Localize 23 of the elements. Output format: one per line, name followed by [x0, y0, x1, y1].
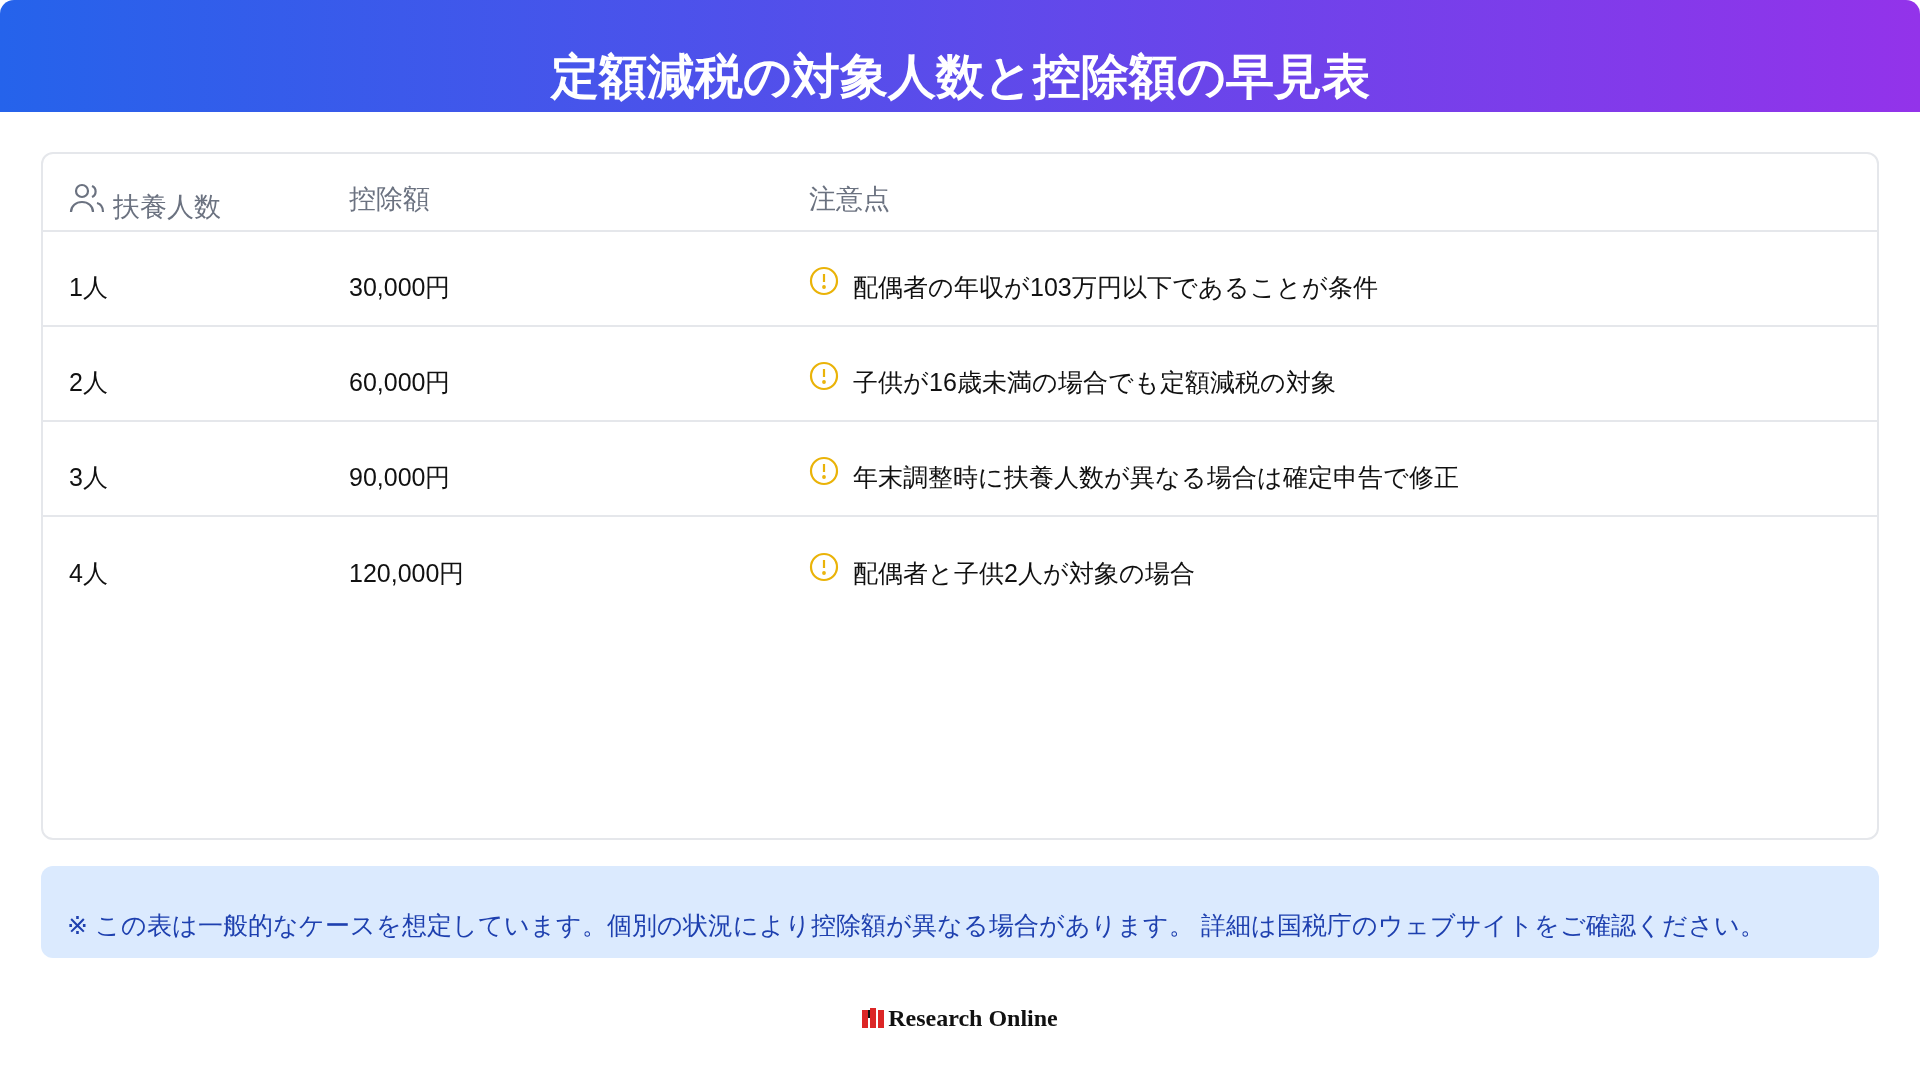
page-title: 定額減税の対象人数と控除額の早見表 [550, 49, 1370, 106]
warning-icon [809, 551, 839, 582]
table-cell-text: 2人 [69, 366, 108, 398]
column-header: 注意点 [809, 182, 890, 216]
table-cell-text: 配偶者と子供2人が対象の場合 [853, 557, 1195, 589]
warning-icon [809, 360, 839, 391]
table-cell: 120,000円 [349, 558, 465, 587]
logo-text: Research Online [888, 1004, 1058, 1033]
column-header: 控除額 [349, 183, 430, 214]
table-cell: 60,000円 [349, 367, 451, 396]
logo-icon [862, 1008, 885, 1028]
column-header: 扶養人数 [113, 190, 221, 224]
table-cell-text: 年末調整時に扶養人数が異なる場合は確定申告で修正 [853, 461, 1459, 493]
table-cell: 90,000円 [349, 462, 451, 491]
table-cell-text: 3人 [69, 461, 108, 493]
table-cell-text: 子供が16歳未満の場合でも定額減税の対象 [853, 366, 1336, 398]
notice-text: ※ この表は一般的なケースを想定しています。個別の状況により控除額が異なる場合があります。 詳細は国税庁のウェブサイトをご確認ください。 [67, 909, 1765, 941]
table-cell-text: 1人 [69, 271, 108, 303]
warning-icon [809, 265, 839, 296]
table-cell-text: 4人 [69, 557, 108, 589]
warning-icon [809, 455, 839, 486]
table-cell-text: 配偶者の年収が103万円以下であることが条件 [853, 271, 1378, 303]
table-cell: 30,000円 [349, 272, 451, 301]
